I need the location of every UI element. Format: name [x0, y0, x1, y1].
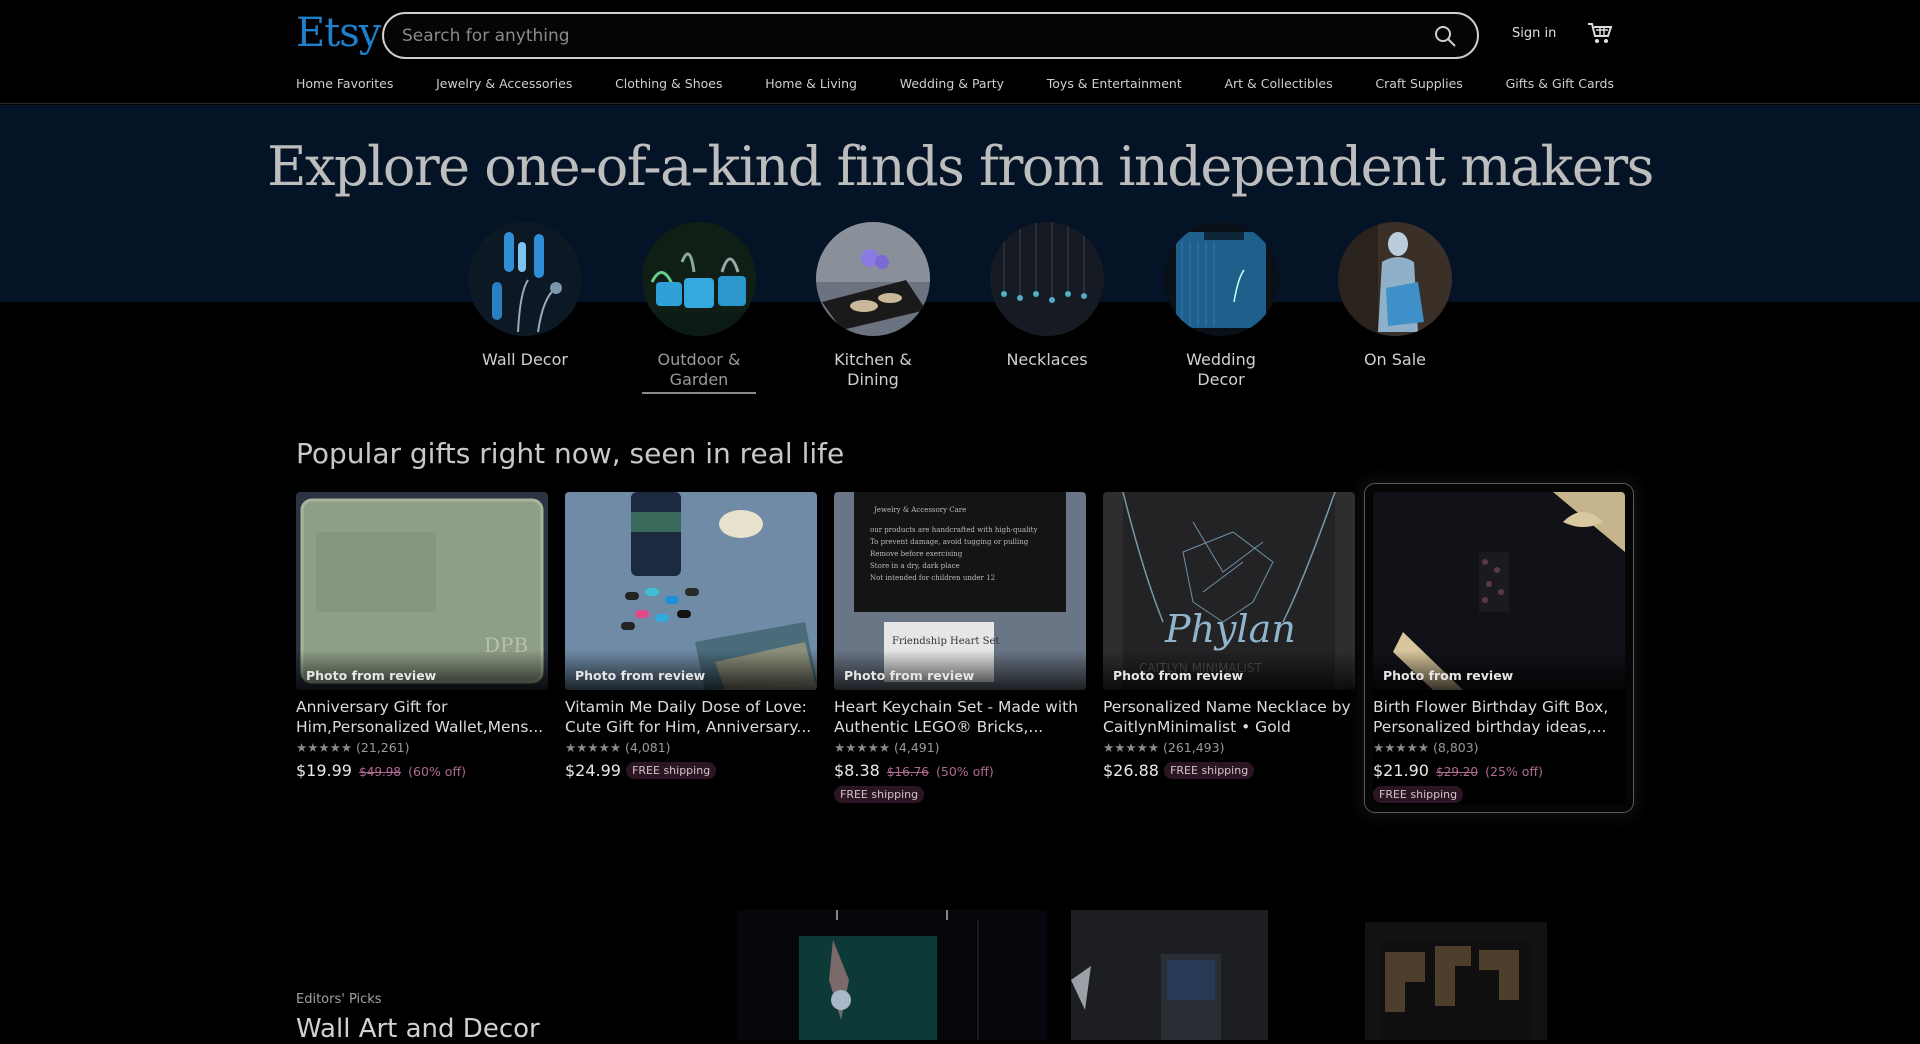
product-rating: ★★★★★ (4,081): [565, 740, 671, 755]
wedding-decor-image: [1164, 222, 1278, 336]
circle-label: Wedding: [1186, 350, 1256, 369]
search-input[interactable]: [402, 24, 1362, 48]
star-rating-icon: ★★★★★: [296, 740, 353, 755]
circle-label: Wall Decor: [482, 350, 568, 369]
product-card[interactable]: Phylan CAITLYN MINIMALIST Photo from rev…: [1103, 492, 1355, 783]
editors-pick-image[interactable]: [1071, 910, 1268, 1040]
photo-from-review-label: Photo from review: [1113, 668, 1244, 683]
product-rating: ★★★★★ (4,491): [834, 740, 940, 755]
nav-gifts-gift-cards[interactable]: Gifts & Gift Cards: [1506, 76, 1614, 96]
photo-from-review-label: Photo from review: [844, 668, 975, 683]
product-image: Jewelry & Accessory Care our products ar…: [834, 492, 1086, 690]
popular-gifts-list: DPB Photo from review Anniversary Gift f…: [296, 483, 1634, 813]
site-header: Etsy Sign in Home Favorites Jewelry & Ac…: [0, 0, 1920, 104]
svg-text:Remove before exercising: Remove before exercising: [870, 550, 963, 558]
on-sale-image: [1338, 222, 1452, 336]
nav-craft-supplies[interactable]: Craft Supplies: [1375, 76, 1462, 96]
search-icon[interactable]: [1433, 24, 1457, 48]
product-title: Vitamin Me Daily Dose of Love: Cute Gift …: [565, 698, 812, 736]
product-title: Birth Flower Birthday Gift Box, Personali…: [1373, 698, 1609, 736]
circle-kitchen-dining[interactable]: Kitchen & Dining: [816, 222, 930, 390]
circle-label: Necklaces: [1006, 350, 1088, 369]
product-card[interactable]: Photo from review Vitamin Me Daily Dose …: [565, 492, 817, 783]
circle-label: Kitchen &: [834, 350, 912, 369]
sign-in-link[interactable]: Sign in: [1512, 26, 1556, 41]
wall-decor-image: [468, 222, 582, 336]
product-image: Photo from review: [565, 492, 817, 690]
svg-text:Friendship Heart Set: Friendship Heart Set: [892, 636, 999, 647]
product-title: Heart Keychain Set - Made with Authentic …: [834, 698, 1079, 736]
free-shipping-badge: FREE shipping: [834, 786, 925, 803]
search-bar[interactable]: [382, 12, 1479, 59]
photo-from-review-label: Photo from review: [1383, 668, 1514, 683]
product-title: Anniversary Gift for Him,Personalized Wal…: [296, 698, 544, 736]
svg-text:our products are handcrafted w: our products are handcrafted with high-q…: [870, 526, 1037, 534]
kitchen-dining-image: [816, 222, 930, 336]
nav-home-favorites[interactable]: Home Favorites: [296, 76, 393, 96]
product-card[interactable]: DPB Photo from review Anniversary Gift f…: [296, 492, 548, 783]
product-card[interactable]: Jewelry & Accessory Care our products ar…: [834, 492, 1086, 804]
circle-wall-decor[interactable]: Wall Decor: [468, 222, 582, 370]
star-rating-icon: ★★★★★: [834, 740, 891, 755]
product-image: DPB Photo from review: [296, 492, 548, 690]
circle-label: Outdoor &: [657, 350, 741, 369]
nav-home-living[interactable]: Home & Living: [765, 76, 857, 96]
editors-picks-label: Editors' Picks: [296, 992, 382, 1007]
product-image: Phylan CAITLYN MINIMALIST Photo from rev…: [1103, 492, 1355, 690]
star-rating-icon: ★★★★★: [565, 740, 622, 755]
product-title: Personalized Name Necklace by CaitlynMini…: [1103, 698, 1351, 736]
product-image: Photo from review: [1373, 492, 1625, 690]
product-price: $26.88 FREE shipping: [1103, 761, 1355, 783]
circle-outdoor-garden[interactable]: Outdoor & Garden: [642, 222, 756, 394]
editors-pick-image[interactable]: [1365, 922, 1547, 1040]
selected-underline: [642, 392, 756, 394]
product-rating: ★★★★★ (21,261): [296, 740, 410, 755]
product-rating: ★★★★★ (8,803): [1373, 740, 1479, 755]
circle-necklaces[interactable]: Necklaces: [990, 222, 1104, 370]
nav-toys-entertainment[interactable]: Toys & Entertainment: [1047, 76, 1182, 96]
circle-label: On Sale: [1363, 350, 1427, 369]
star-rating-icon: ★★★★★: [1373, 740, 1430, 755]
editors-pick-image[interactable]: [737, 910, 1047, 1040]
circle-on-sale[interactable]: On Sale: [1338, 222, 1452, 370]
product-rating: ★★★★★ (261,493): [1103, 740, 1225, 755]
circle-label-line2: Garden: [669, 370, 729, 389]
hero-title: Explore one-of-a-kind finds from indepen…: [267, 135, 1654, 198]
category-circles: Wall Decor Outdoor & Garden Kitchen & Di…: [468, 222, 1454, 402]
necklaces-image: [990, 222, 1104, 336]
circle-label-line2: Dining: [847, 370, 899, 389]
outdoor-garden-image: [642, 222, 756, 336]
product-price: $21.90 $29.20 (25% off): [1373, 761, 1543, 780]
popular-gifts-title: Popular gifts right now, seen in real li…: [296, 437, 845, 470]
svg-text:To prevent damage, avoid tuggi: To prevent damage, avoid tugging or pull…: [870, 538, 1029, 546]
product-price: $8.38 $16.76 (50% off): [834, 761, 994, 780]
nav-jewelry-accessories[interactable]: Jewelry & Accessories: [436, 76, 572, 96]
free-shipping-badge: FREE shipping: [1164, 762, 1255, 779]
cart-icon[interactable]: [1587, 21, 1613, 45]
product-price: $19.99 $49.98 (60% off): [296, 761, 466, 780]
svg-text:Store in a dry, dark place: Store in a dry, dark place: [870, 562, 960, 570]
category-nav: Home Favorites Jewelry & Accessories Clo…: [296, 76, 1614, 96]
star-rating-icon: ★★★★★: [1103, 740, 1160, 755]
nav-clothing-shoes[interactable]: Clothing & Shoes: [615, 76, 722, 96]
free-shipping-badge: FREE shipping: [1373, 786, 1464, 803]
svg-text:Phylan: Phylan: [1164, 607, 1296, 651]
circle-wedding-decor[interactable]: Wedding Decor: [1164, 222, 1278, 390]
svg-text:Jewelry & Accessory Care: Jewelry & Accessory Care: [873, 506, 966, 514]
circle-label-line2: Decor: [1197, 370, 1245, 389]
photo-from-review-label: Photo from review: [575, 668, 706, 683]
product-price: $24.99 FREE shipping: [565, 761, 817, 783]
nav-art-collectibles[interactable]: Art & Collectibles: [1224, 76, 1332, 96]
nav-wedding-party[interactable]: Wedding & Party: [900, 76, 1004, 96]
svg-text:Not intended for children unde: Not intended for children under 12: [870, 574, 995, 582]
product-card[interactable]: Photo from review Birth Flower Birthday …: [1364, 483, 1634, 813]
etsy-logo[interactable]: Etsy: [296, 10, 381, 56]
free-shipping-badge: FREE shipping: [626, 762, 717, 779]
photo-from-review-label: Photo from review: [306, 668, 437, 683]
